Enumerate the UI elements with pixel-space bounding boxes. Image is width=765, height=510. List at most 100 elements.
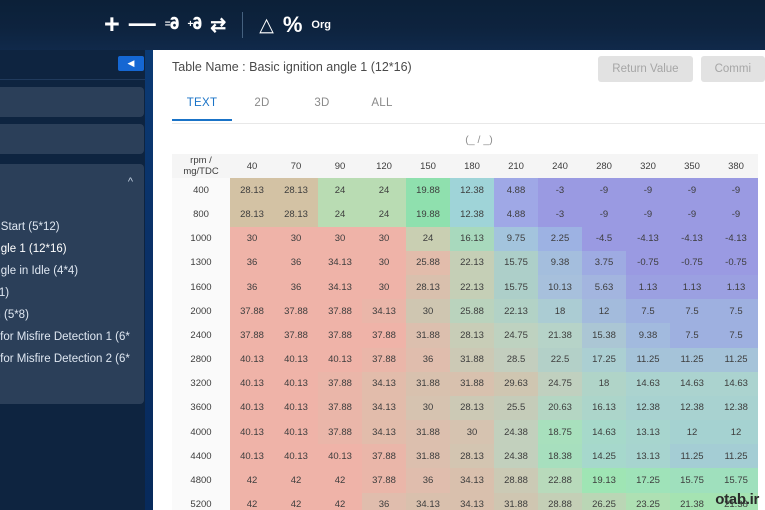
grid-cell[interactable]: -4.5 <box>582 226 626 251</box>
grid-cell[interactable]: 40.13 <box>230 420 274 445</box>
grid-cell[interactable]: 15.75 <box>714 468 758 493</box>
column-header[interactable]: 350 <box>670 154 714 179</box>
grid-cell[interactable]: 37.88 <box>362 468 406 493</box>
grid-cell[interactable]: 18.38 <box>538 444 582 469</box>
grid-cell[interactable]: 37.88 <box>230 323 274 348</box>
grid-cell[interactable]: 12 <box>714 420 758 445</box>
column-header[interactable]: 210 <box>494 154 538 179</box>
grid-cell[interactable]: -9 <box>626 178 670 203</box>
subtract-icon[interactable]: — <box>129 10 156 37</box>
grid-cell[interactable]: 25.88 <box>406 250 450 275</box>
grid-cell[interactable]: 15.75 <box>670 468 714 493</box>
column-header[interactable]: 70 <box>274 154 318 179</box>
grid-cell[interactable]: 37.88 <box>318 299 362 324</box>
grid-cell[interactable]: 28.13 <box>406 274 450 300</box>
grid-cell[interactable]: 30 <box>450 420 494 445</box>
grid-cell[interactable]: 24.38 <box>494 444 538 469</box>
grid-cell[interactable]: -0.75 <box>670 250 714 275</box>
grid-cell[interactable]: 40.13 <box>274 347 318 372</box>
grid-cell[interactable]: 24 <box>318 178 362 203</box>
row-header[interactable]: 4800 <box>172 468 230 493</box>
column-header[interactable]: 40 <box>230 154 274 179</box>
grid-cell[interactable]: 1.13 <box>714 274 758 300</box>
grid-cell[interactable]: 31.88 <box>406 371 450 396</box>
tab-all[interactable]: ALL <box>352 88 412 119</box>
return-value-button[interactable]: Return Value <box>598 56 693 82</box>
sidebar-item[interactable]: angle in Idle (4*4) <box>0 260 144 282</box>
grid-cell[interactable]: 36 <box>406 468 450 493</box>
grid-cell[interactable]: 11.25 <box>714 347 758 372</box>
grid-cell[interactable]: 9.75 <box>494 226 538 251</box>
grid-cell[interactable]: 34.13 <box>362 395 406 421</box>
row-header[interactable]: 2800 <box>172 347 230 372</box>
original-icon[interactable]: Org <box>311 19 331 31</box>
grid-cell[interactable]: -9 <box>714 178 758 203</box>
tab-2d[interactable]: 2D <box>232 88 292 119</box>
grid-cell[interactable]: 15.75 <box>494 250 538 275</box>
percent-icon[interactable]: % <box>283 14 303 36</box>
grid-cell[interactable]: 30 <box>318 226 362 251</box>
grid-cell[interactable]: 40.13 <box>274 444 318 469</box>
grid-cell[interactable]: 36 <box>362 492 406 510</box>
grid-cell[interactable]: 14.25 <box>582 444 626 469</box>
grid-cell[interactable]: 22.13 <box>450 250 494 275</box>
grid-cell[interactable]: 34.13 <box>450 468 494 493</box>
sidebar-item[interactable]: on (5*8) <box>0 304 144 326</box>
row-header[interactable]: 4000 <box>172 420 230 445</box>
grid-cell[interactable]: 1.13 <box>626 274 670 300</box>
grid-cell[interactable]: 22.13 <box>494 299 538 324</box>
grid-cell[interactable]: 25.88 <box>450 299 494 324</box>
grid-cell[interactable]: 12 <box>670 420 714 445</box>
grid-cell[interactable]: 12.38 <box>714 395 758 421</box>
grid-cell[interactable]: 42 <box>230 492 274 510</box>
grid-cell[interactable]: 36 <box>406 347 450 372</box>
grid-cell[interactable]: 3.75 <box>582 250 626 275</box>
grid-cell[interactable]: 40.13 <box>274 395 318 421</box>
grid-cell[interactable]: 30 <box>362 250 406 275</box>
grid-cell[interactable]: 36 <box>274 274 318 300</box>
grid-cell[interactable]: 16.13 <box>450 226 494 251</box>
grid-cell[interactable]: 42 <box>318 492 362 510</box>
grid-cell[interactable]: 7.5 <box>670 299 714 324</box>
grid-cell[interactable]: 12.38 <box>626 395 670 421</box>
collapse-sidebar-button[interactable]: ◀ <box>118 56 144 71</box>
grid-cell[interactable]: 24.75 <box>538 371 582 396</box>
grid-cell[interactable]: 28.5 <box>494 347 538 372</box>
row-header[interactable]: 4400 <box>172 444 230 469</box>
grid-cell[interactable]: 42 <box>230 468 274 493</box>
column-header[interactable]: 380 <box>714 154 758 179</box>
row-header[interactable]: 5200 <box>172 492 230 510</box>
column-header[interactable]: 280 <box>582 154 626 179</box>
grid-cell[interactable]: 24 <box>362 202 406 227</box>
grid-cell[interactable]: 24 <box>318 202 362 227</box>
row-header[interactable]: 400 <box>172 178 230 203</box>
grid-cell[interactable]: 24 <box>362 178 406 203</box>
grid-cell[interactable]: 24.75 <box>494 323 538 348</box>
grid-cell[interactable]: -4.13 <box>670 226 714 251</box>
swap-icon[interactable]: ⇄ <box>210 16 226 35</box>
grid-cell[interactable]: 12.38 <box>450 202 494 227</box>
grid-cell[interactable]: 31.88 <box>450 347 494 372</box>
grid-cell[interactable]: 13.13 <box>626 444 670 469</box>
grid-cell[interactable]: 29.63 <box>494 371 538 396</box>
grid-cell[interactable]: 31.88 <box>406 444 450 469</box>
grid-cell[interactable]: 14.63 <box>714 371 758 396</box>
grid-cell[interactable]: 28.13 <box>230 202 274 227</box>
grid-cell[interactable]: 20.63 <box>538 395 582 421</box>
grid-cell[interactable]: -9 <box>670 178 714 203</box>
grid-cell[interactable]: 37.88 <box>230 299 274 324</box>
grid-cell[interactable]: 4.88 <box>494 202 538 227</box>
grid-cell[interactable]: 24 <box>406 226 450 251</box>
grid-cell[interactable]: 40.13 <box>230 371 274 396</box>
grid-cell[interactable]: 34.13 <box>318 250 362 275</box>
sidebar-item[interactable]: ld for Misfire Detection 1 (6* <box>0 326 144 348</box>
grid-cell[interactable]: -9 <box>582 178 626 203</box>
grid-cell[interactable]: 22.88 <box>538 468 582 493</box>
grid-cell[interactable]: 40.13 <box>318 347 362 372</box>
grid-cell[interactable]: 9.38 <box>626 323 670 348</box>
grid-cell[interactable]: 19.88 <box>406 178 450 203</box>
grid-cell[interactable]: 7.5 <box>670 323 714 348</box>
commit-button[interactable]: Commi <box>700 56 765 82</box>
grid-cell[interactable]: 11.25 <box>714 444 758 469</box>
grid-cell[interactable]: -0.75 <box>626 250 670 275</box>
